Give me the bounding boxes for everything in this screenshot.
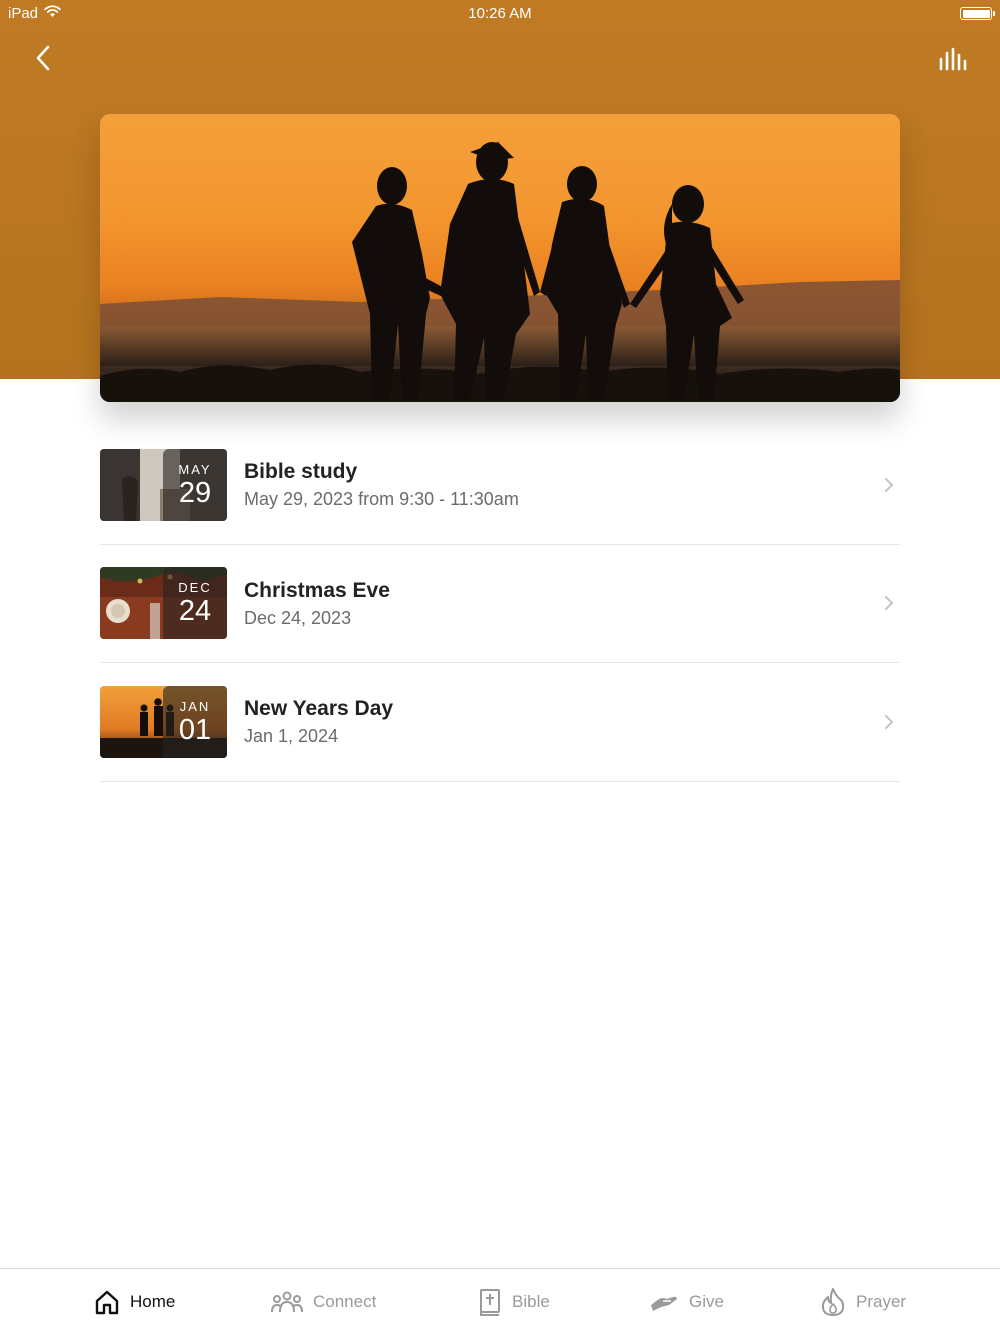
event-day: 29	[178, 476, 212, 509]
tab-label: Prayer	[856, 1292, 907, 1311]
event-month: JAN	[179, 698, 211, 714]
status-time: 10:26 AM	[468, 5, 532, 22]
chevron-right-icon	[885, 596, 893, 611]
event-row-christmas-eve[interactable]: DEC 24 Christmas Eve Dec 24, 2023	[100, 545, 900, 663]
tab-bar: Home Connect Bible Give Prayer	[0, 1268, 1000, 1334]
event-title: Bible study	[244, 460, 358, 484]
event-month: DEC	[178, 580, 212, 596]
bible-icon	[480, 1289, 500, 1316]
tab-bible[interactable]: Bible	[478, 1287, 550, 1317]
event-row-bible-study[interactable]: MAY 29 Bible study May 29, 2023 from 9:3…	[100, 426, 900, 545]
event-date-badge: MAY 29	[163, 448, 227, 521]
family-silhouette-image	[100, 142, 900, 402]
chevron-left-icon	[36, 45, 50, 71]
tab-label: Bible	[512, 1292, 550, 1311]
event-day: 01	[178, 713, 212, 746]
audio-bars-icon	[939, 47, 967, 71]
tab-label: Home	[130, 1292, 176, 1311]
chevron-right-icon	[885, 714, 893, 729]
battery-icon	[960, 7, 995, 20]
event-thumbnail: MAY 29	[100, 448, 227, 521]
event-date-badge: DEC 24	[163, 567, 227, 640]
tab-prayer[interactable]: Prayer	[820, 1287, 906, 1317]
event-month: MAY	[178, 461, 212, 477]
hero-image[interactable]	[100, 114, 900, 402]
event-day: 24	[178, 595, 212, 628]
event-subtitle: Dec 24, 2023	[244, 607, 352, 628]
status-bar: iPad 10:26 AM	[0, 0, 1000, 28]
tab-connect[interactable]: Connect	[271, 1287, 376, 1317]
tab-label: Connect	[313, 1292, 377, 1311]
event-title: Christmas Eve	[244, 578, 390, 602]
event-thumbnail: JAN 01	[100, 685, 227, 758]
audio-button[interactable]	[936, 42, 972, 76]
event-list: MAY 29 Bible study May 29, 2023 from 9:3…	[100, 426, 900, 782]
event-subtitle: Jan 1, 2024	[244, 726, 339, 747]
tab-home[interactable]: Home	[94, 1287, 175, 1317]
event-thumbnail: DEC 24	[100, 567, 227, 640]
tab-label: Give	[689, 1292, 724, 1311]
giving-hand-icon	[651, 1296, 677, 1311]
event-row-new-years-day[interactable]: JAN 01 New Years Day Jan 1, 2024	[100, 663, 900, 782]
home-icon	[95, 1290, 119, 1315]
event-subtitle: May 29, 2023 from 9:30 - 11:30am	[244, 489, 519, 510]
tab-give[interactable]: Give	[649, 1287, 724, 1317]
back-button[interactable]	[26, 40, 60, 76]
event-date-badge: JAN 01	[163, 685, 227, 758]
chevron-right-icon	[885, 477, 893, 492]
event-title: New Years Day	[244, 697, 394, 721]
flame-icon	[821, 1288, 845, 1316]
people-icon	[271, 1291, 303, 1313]
